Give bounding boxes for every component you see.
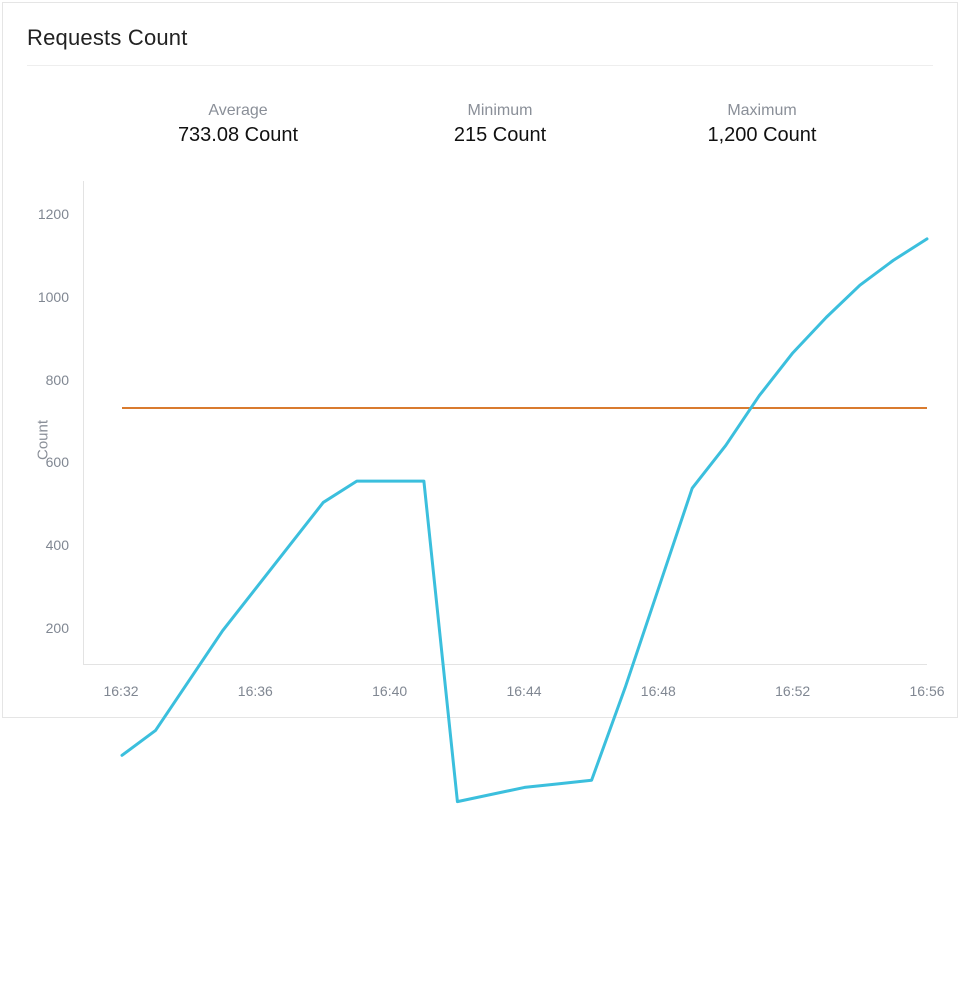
chart[interactable]: Count 20040060080010001200 16:3216:3616:…	[27, 181, 933, 699]
panel-title: Requests Count	[27, 25, 933, 51]
y-tick: 400	[27, 537, 75, 553]
y-tick: 1200	[27, 206, 75, 222]
y-tick: 600	[27, 454, 75, 470]
stat-average: Average 733.08 Count	[107, 102, 369, 147]
y-tick: 1000	[27, 289, 75, 305]
stat-minimum-value: 215 Count	[369, 124, 631, 147]
x-axis: 16:3216:3616:4016:4416:4816:5216:56	[83, 669, 927, 699]
stat-average-label: Average	[107, 102, 369, 120]
y-axis: 200 400 600 800 1000 1200	[27, 181, 81, 665]
stat-minimum: Minimum 215 Count	[369, 102, 631, 147]
x-tick: 16:36	[238, 675, 273, 699]
x-tick: 16:56	[909, 675, 944, 699]
series-line	[122, 189, 927, 994]
x-tick: 16:52	[775, 675, 810, 699]
x-tick: 16:44	[506, 675, 541, 699]
x-tick: 16:32	[103, 675, 138, 699]
stat-maximum-value: 1,200 Count	[631, 124, 893, 147]
metrics-panel: Requests Count Average 733.08 Count Mini…	[2, 2, 958, 718]
stat-minimum-label: Minimum	[369, 102, 631, 120]
plot-area[interactable]	[83, 181, 927, 665]
stat-average-value: 733.08 Count	[107, 124, 369, 147]
series-path	[122, 239, 927, 802]
stat-maximum: Maximum 1,200 Count	[631, 102, 893, 147]
x-tick: 16:40	[372, 675, 407, 699]
stat-maximum-label: Maximum	[631, 102, 893, 120]
y-tick: 200	[27, 620, 75, 636]
y-tick: 800	[27, 372, 75, 388]
summary-stats: Average 733.08 Count Minimum 215 Count M…	[27, 66, 933, 171]
panel-header: Requests Count	[27, 25, 933, 66]
x-tick: 16:48	[641, 675, 676, 699]
